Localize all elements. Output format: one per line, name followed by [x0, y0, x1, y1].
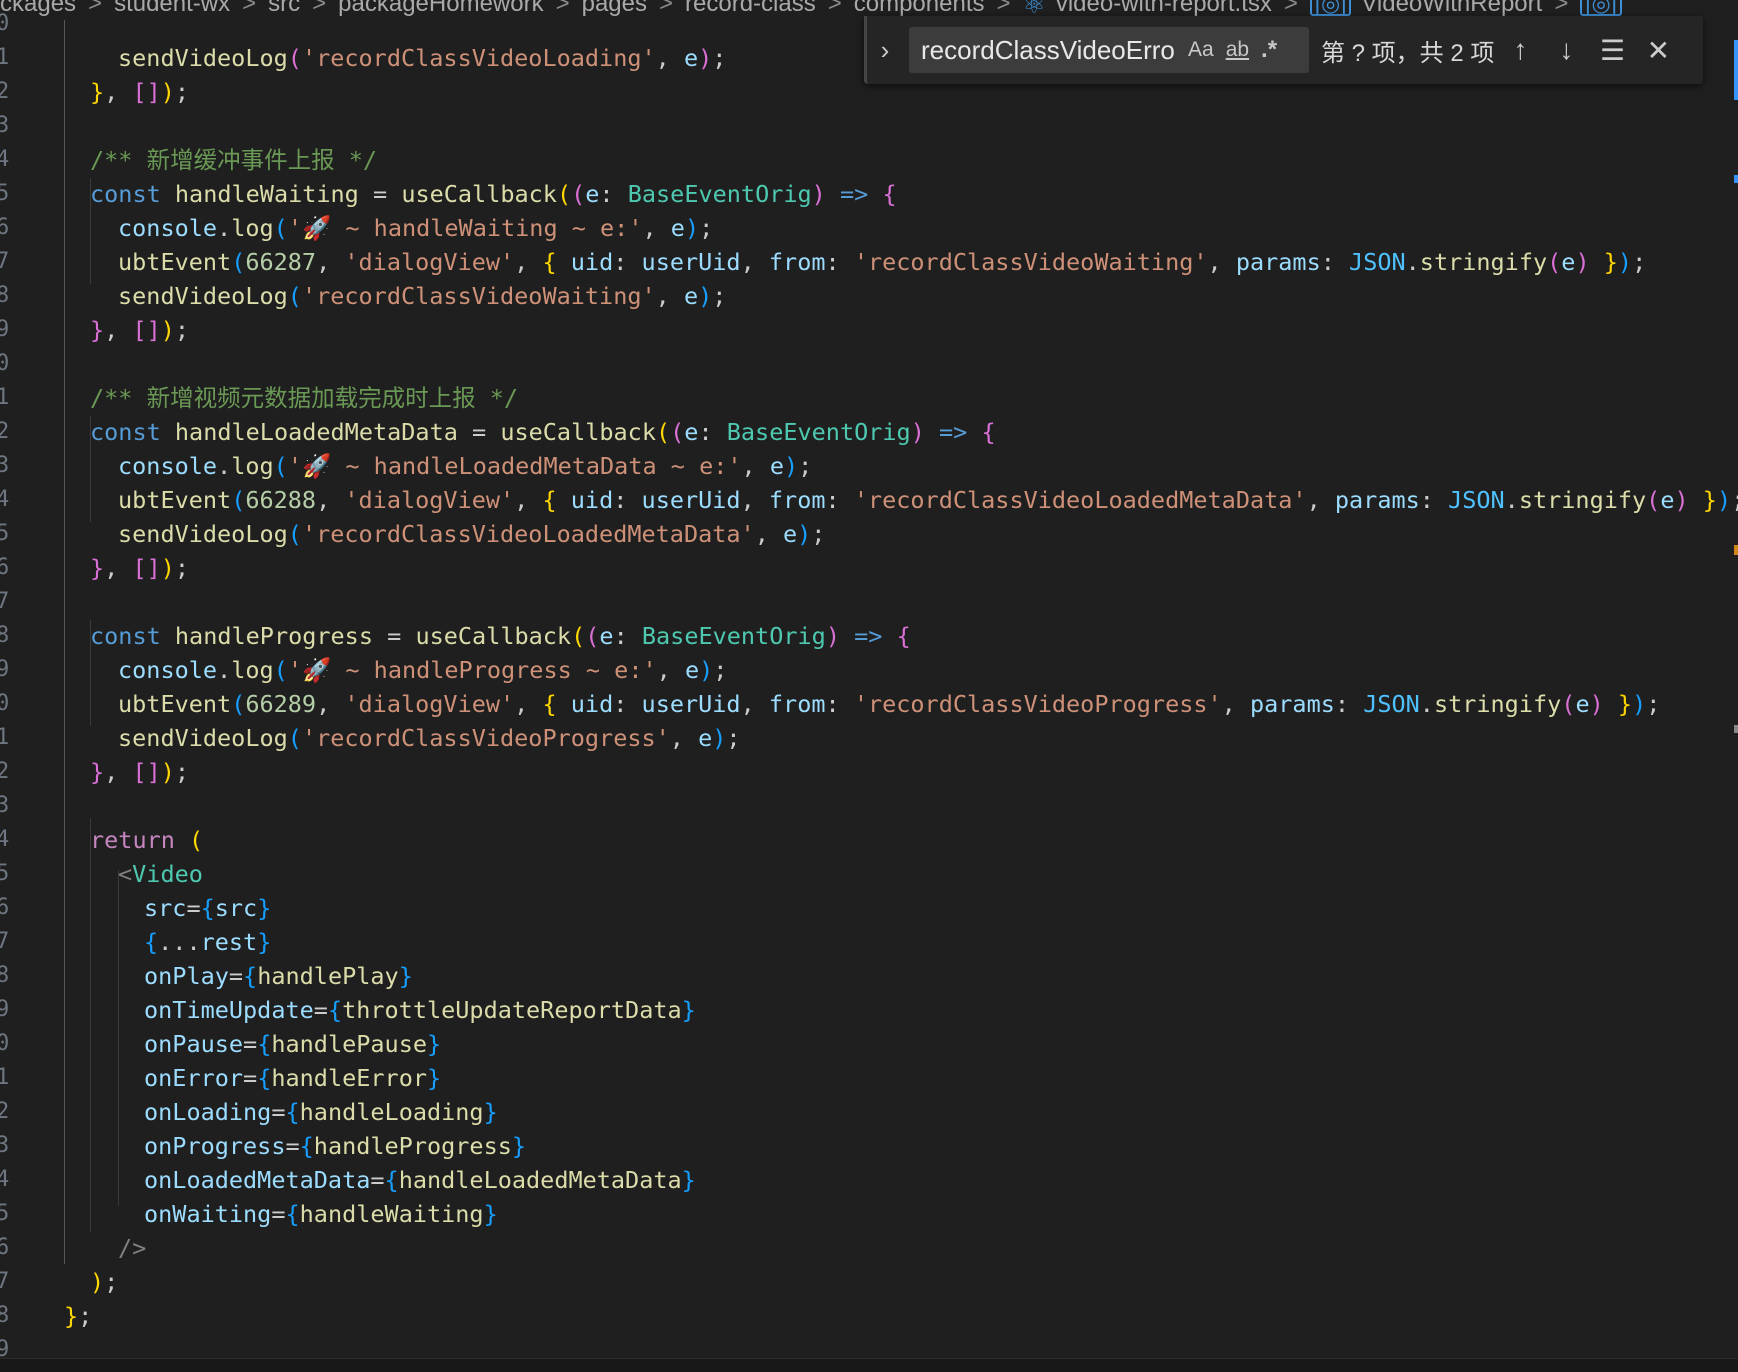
code-line: }, []); — [90, 316, 190, 344]
breadcrumb-separator: > — [88, 0, 103, 17]
breadcrumb-separator: > — [312, 0, 327, 17]
match-case-toggle[interactable]: Aa — [1188, 38, 1214, 62]
horizontal-scrollbar[interactable] — [0, 1358, 1738, 1372]
code-line: }, []); — [90, 78, 190, 106]
code-line: onLoadedMetaData={handleLoadedMetaData} — [144, 1166, 696, 1194]
find-input-value[interactable]: recordClassVideoError — [909, 35, 1176, 66]
toggle-replace-chevron-icon[interactable]: › — [867, 20, 903, 80]
breadcrumb-separator: > — [242, 0, 257, 17]
symbol-variable-icon: [◎] — [1309, 0, 1352, 16]
breadcrumb-item[interactable]: record-class — [685, 0, 816, 18]
breadcrumb-separator: > — [555, 0, 570, 17]
find-input[interactable]: recordClassVideoError Aa ab .* — [909, 27, 1309, 73]
symbol-variable-icon: [◎] — [1580, 0, 1622, 16]
close-icon[interactable]: ✕ — [1638, 28, 1678, 72]
regex-toggle[interactable]: .* — [1261, 36, 1277, 64]
overview-mark — [1734, 545, 1738, 555]
indent-guide — [90, 818, 91, 1232]
code-line: onTimeUpdate={throttleUpdateReportData} — [144, 996, 696, 1024]
code-line: {...rest} — [144, 928, 272, 956]
code-line: return ( — [90, 826, 204, 854]
code-line: src={src} — [144, 894, 272, 922]
code-line: /** 新增缓冲事件上报 */ — [90, 146, 378, 174]
code-line: ubtEvent(66288, 'dialogView', { uid: use… — [118, 486, 1738, 514]
code-line: onLoading={handleLoading} — [144, 1098, 498, 1126]
code-line: }, []); — [90, 758, 190, 786]
code-line: sendVideoLog('recordClassVideoLoading', … — [118, 44, 727, 72]
overview-ruler[interactable] — [1734, 0, 1738, 1372]
previous-match-arrow-up-icon[interactable]: ↑ — [1500, 28, 1540, 72]
code-line: sendVideoLog('recordClassVideoLoadedMeta… — [118, 520, 826, 548]
breadcrumb-separator: > — [827, 0, 842, 17]
code-line: }; — [64, 1302, 93, 1330]
code-line: const handleProgress = useCallback((e: B… — [90, 622, 911, 650]
overview-mark — [1734, 175, 1738, 183]
next-match-arrow-down-icon[interactable]: ↓ — [1546, 28, 1586, 72]
code-line: sendVideoLog('recordClassVideoWaiting', … — [118, 282, 727, 310]
code-line: ); — [90, 1268, 119, 1296]
indent-guide — [118, 870, 119, 1206]
code-line: ubtEvent(66287, 'dialogView', { uid: use… — [118, 248, 1647, 276]
code-line: onPause={handlePause} — [144, 1030, 442, 1058]
code-line: console.log('🚀 ~ handleLoadedMetaData ~ … — [118, 452, 813, 480]
code-line: /** 新增视频元数据加载完成时上报 */ — [90, 384, 519, 412]
find-widget: › recordClassVideoError Aa ab .* 第 ? 项，共… — [864, 16, 1703, 84]
code-line: onWaiting={handleWaiting} — [144, 1200, 498, 1228]
code-line: const handleWaiting = useCallback((e: Ba… — [90, 180, 897, 208]
overview-mark — [1734, 40, 1738, 100]
code-line: sendVideoLog('recordClassVideoProgress',… — [118, 724, 741, 752]
code-line: const handleLoadedMetaData = useCallback… — [90, 418, 996, 446]
breadcrumb-item[interactable]: student-wx — [114, 0, 230, 18]
whole-word-toggle[interactable]: ab — [1226, 38, 1249, 62]
code-line: onPlay={handlePlay} — [144, 962, 413, 990]
indent-guide — [64, 20, 65, 1264]
breadcrumb-separator: > — [659, 0, 674, 17]
find-in-selection-icon[interactable]: ☰ — [1592, 28, 1632, 72]
code-line: console.log('🚀 ~ handleProgress ~ e:', e… — [118, 656, 728, 684]
breadcrumb-item[interactable]: pages — [582, 0, 647, 18]
find-result-count: 第 ? 项，共 2 项 — [1321, 39, 1495, 67]
breadcrumb-item[interactable]: src — [268, 0, 300, 18]
overview-mark — [1734, 725, 1738, 733]
breadcrumb-item[interactable]: packageHomework — [338, 0, 543, 18]
code-line: ubtEvent(66289, 'dialogView', { uid: use… — [118, 690, 1661, 718]
code-editor[interactable]: ckages > student-wx > src > packageHomework… — [0, 0, 1738, 1372]
code-line: }, []); — [90, 554, 190, 582]
code-line: <Video — [118, 860, 203, 888]
code-line: onError={handleError} — [144, 1064, 442, 1092]
code-line: console.log('🚀 ~ handleWaiting ~ e:', e)… — [118, 214, 714, 242]
code-line: onProgress={handleProgress} — [144, 1132, 527, 1160]
code-line: /> — [118, 1234, 147, 1262]
